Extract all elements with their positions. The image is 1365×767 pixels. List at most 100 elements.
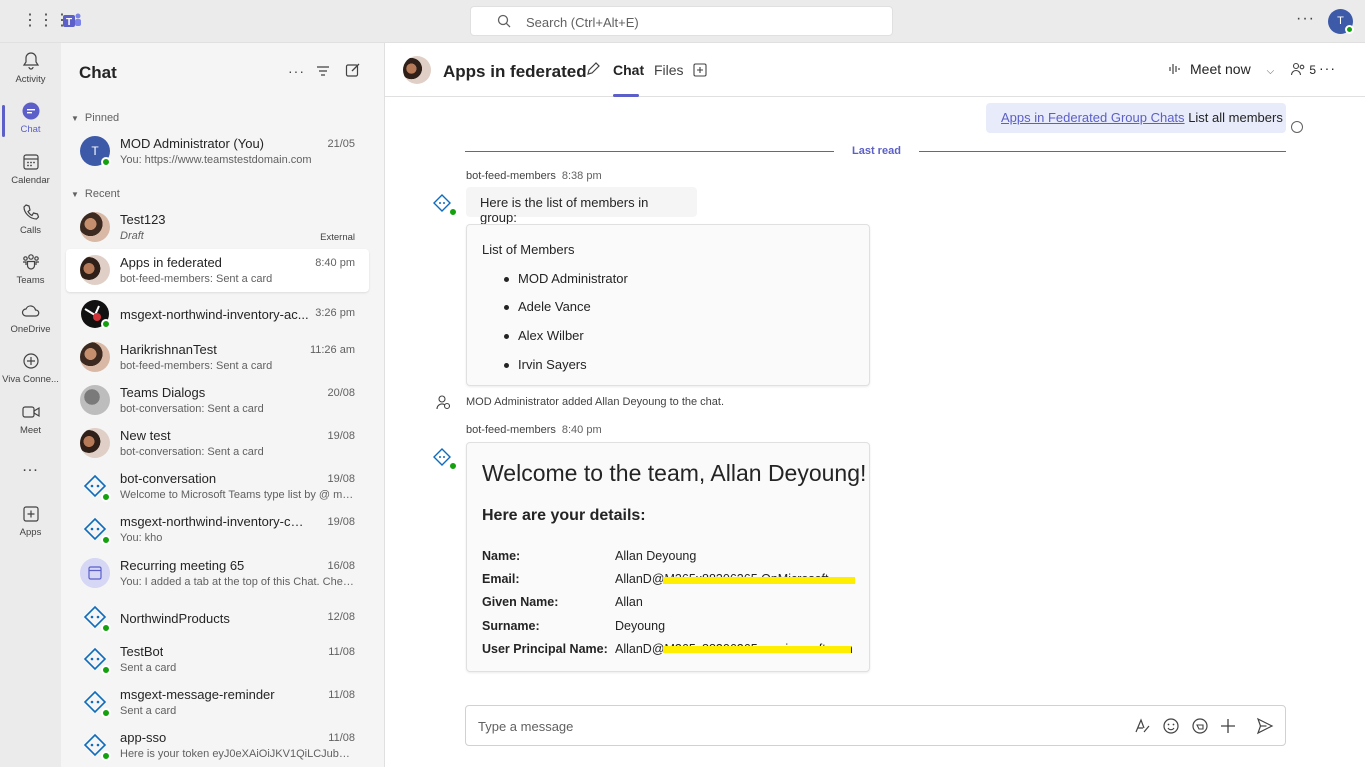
chat-time: 11:26 am <box>309 344 355 356</box>
chat-list-item[interactable]: Apps in federated bot-feed-members: Sent… <box>66 249 369 292</box>
external-badge: External <box>320 232 355 243</box>
chat-name: Apps in federated <box>120 255 222 270</box>
plus-icon[interactable] <box>1219 717 1237 735</box>
message-meta: bot-feed-members 8:38 pm <box>466 170 602 182</box>
rail-item-apps[interactable]: Apps <box>0 498 61 548</box>
search-icon <box>497 14 511 28</box>
pinned-section-header[interactable]: ▼ Pinned <box>71 112 119 124</box>
chat-time: 20/08 <box>327 387 355 399</box>
meet-now-button[interactable]: Meet now ⌵ <box>1168 61 1274 77</box>
more-options-icon[interactable]: ··· <box>288 63 305 79</box>
chat-name: bot-conversation <box>120 471 217 486</box>
loop-component-icon[interactable] <box>1191 717 1209 735</box>
chevron-down-icon[interactable]: ⌵ <box>1267 66 1275 77</box>
message-text: Here is the list of members in group: <box>480 195 649 225</box>
chat-list-item[interactable]: HarikrishnanTest bot-feed-members: Sent … <box>66 336 369 379</box>
group-avatar <box>80 428 110 458</box>
chat-name: Recurring meeting 65 <box>120 558 245 573</box>
conversation-pane: Apps in federated Chat Files Meet now ⌵ … <box>385 43 1365 767</box>
chat-list-item[interactable]: bot-conversation Welcome to Microsoft Te… <box>66 465 369 508</box>
detail-label: Surname: <box>482 619 540 633</box>
chat-name: Teams Dialogs <box>120 385 206 400</box>
recent-section-header[interactable]: ▼ Recent <box>71 188 120 200</box>
app-launcher-icon[interactable]: ⋮⋮⋮ <box>22 12 70 30</box>
chat-time: 12/08 <box>327 611 355 623</box>
chat-title: Apps in federated <box>443 62 587 81</box>
more-apps-icon[interactable]: ... <box>0 458 61 482</box>
rail-label: Chat <box>20 124 41 135</box>
details-heading: Here are your details: <box>482 507 646 524</box>
chat-name: Test123 <box>120 212 166 227</box>
emoji-icon[interactable] <box>1162 717 1180 735</box>
rail-item-viva[interactable]: Viva Conne... <box>0 345 61 395</box>
compose-placeholder: Type a message <box>478 719 574 734</box>
send-icon[interactable] <box>1256 717 1274 735</box>
participants-button[interactable]: 5 <box>1290 61 1316 77</box>
more-options-icon[interactable]: ··· <box>1296 10 1315 28</box>
tab-files[interactable]: Files <box>654 62 684 78</box>
chat-name: msgext-message-reminder <box>120 687 275 702</box>
avatar-initials: T <box>1337 15 1344 27</box>
rail-item-chat[interactable]: Chat <box>0 95 61 145</box>
member-list-item: Irvin Sayers <box>504 357 587 372</box>
chat-preview: You: I added a tab at the top of this Ch… <box>120 576 355 588</box>
rail-item-teams[interactable]: Teams <box>0 246 61 296</box>
chat-list-item[interactable]: NorthwindProducts 12/08 <box>66 596 369 639</box>
chat-list-item[interactable]: T MOD Administrator (You) You: https://w… <box>66 130 369 173</box>
my-message[interactable]: Apps in Federated Group Chats List all m… <box>986 103 1286 133</box>
chat-preview: Sent a card <box>120 662 177 674</box>
chat-list-item[interactable]: msgext-northwind-inventory-ac... 3:26 pm <box>66 293 369 336</box>
chat-list-item[interactable]: app-sso Here is your token eyJ0eXAiOiJKV… <box>66 724 369 767</box>
tab-chat[interactable]: Chat <box>613 62 644 78</box>
add-tab-icon[interactable] <box>693 63 707 77</box>
sender-name: bot-feed-members <box>466 170 556 182</box>
chat-preview: You: kho <box>120 532 163 544</box>
chat-list-item[interactable]: New test bot-conversation: Sent a card 1… <box>66 422 369 465</box>
rail-item-onedrive[interactable]: OneDrive <box>0 295 61 345</box>
filter-icon[interactable] <box>316 64 330 78</box>
presence-available-icon <box>101 623 111 633</box>
chat-name: HarikrishnanTest <box>120 342 217 357</box>
presence-available-icon <box>101 708 111 718</box>
group-avatar <box>80 342 110 372</box>
chat-time: 11/08 <box>328 732 355 744</box>
message-bubble[interactable]: Here is the list of members in group: <box>466 187 697 225</box>
member-list-item: Adele Vance <box>504 299 591 314</box>
rail-item-calls[interactable]: Calls <box>0 196 61 246</box>
compose-box[interactable]: Type a message <box>465 705 1286 746</box>
chat-list-item[interactable]: Test123 Draft External <box>66 206 369 249</box>
cloud-icon <box>21 305 39 317</box>
chat-list-item[interactable]: msgext-northwind-inventory-csha... You: … <box>66 508 369 551</box>
presence-available-icon <box>101 157 111 167</box>
chat-preview: Welcome to Microsoft Teams type list by … <box>120 489 355 501</box>
chat-name: msgext-northwind-inventory-ac... <box>120 307 309 322</box>
format-icon[interactable] <box>1133 717 1151 735</box>
rail-label: Viva Conne... <box>2 374 59 385</box>
app-mention-link[interactable]: Apps in Federated Group Chats <box>1001 110 1185 125</box>
participant-count: 5 <box>1309 63 1317 77</box>
chat-list-item[interactable]: Recurring meeting 65 You: I added a tab … <box>66 552 369 595</box>
chat-name: NorthwindProducts <box>120 611 230 626</box>
rail-label: Teams <box>16 275 45 286</box>
more-apps-label: ... <box>22 458 39 475</box>
chat-list-item[interactable]: Teams Dialogs bot-conversation: Sent a c… <box>66 379 369 422</box>
more-options-icon[interactable]: ··· <box>1319 60 1336 76</box>
system-message: MOD Administrator added Allan Deyoung to… <box>466 396 725 408</box>
app-bar: Activity Chat Calendar Calls Teams OneDr… <box>0 43 61 767</box>
rail-item-activity[interactable]: Activity <box>0 45 61 95</box>
edit-pencil-icon[interactable] <box>585 61 601 77</box>
new-chat-icon[interactable] <box>345 62 361 78</box>
members-card: List of Members MOD Administrator Adele … <box>466 224 870 386</box>
search-input[interactable]: Search (Ctrl+Alt+E) <box>470 6 893 36</box>
chat-list-item[interactable]: msgext-message-reminder Sent a card 11/0… <box>66 681 369 724</box>
people-icon <box>1290 62 1305 76</box>
detail-value: Allan <box>615 595 643 609</box>
rail-item-meet[interactable]: Meet <box>0 396 61 446</box>
chat-list-item[interactable]: TestBot Sent a card 11/08 <box>66 638 369 681</box>
chat-list-title: Chat <box>79 63 117 82</box>
person-add-icon <box>436 395 451 410</box>
rail-item-calendar[interactable]: Calendar <box>0 146 61 196</box>
chat-time: 19/08 <box>327 516 355 528</box>
detail-label: User Principal Name: <box>482 642 608 656</box>
my-message-text: List all members <box>1188 110 1283 125</box>
